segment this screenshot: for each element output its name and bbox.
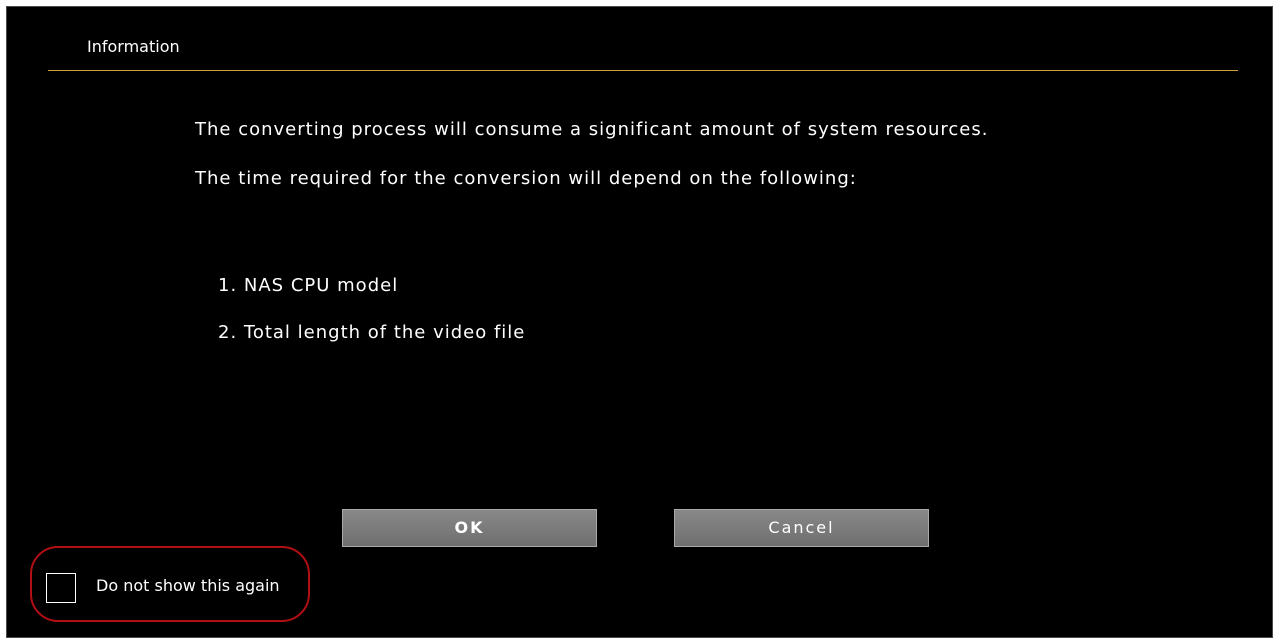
list-item-length: 2. Total length of the video file: [218, 322, 526, 343]
title-divider: [48, 70, 1238, 71]
dont-show-checkbox[interactable]: [46, 573, 76, 603]
factor-list: 1. NAS CPU model 2. Total length of the …: [218, 274, 525, 368]
message-body: The converting process will consume a si…: [195, 118, 1095, 216]
dialog-title: Information: [87, 37, 180, 56]
dont-show-label[interactable]: Do not show this again: [96, 576, 280, 595]
ok-button[interactable]: OK: [342, 509, 597, 547]
list-item-cpu: 1. NAS CPU model: [218, 275, 399, 296]
information-dialog: Information: [6, 6, 1273, 638]
message-line-2: The time required for the conversion wil…: [195, 168, 857, 189]
cancel-button[interactable]: Cancel: [674, 509, 929, 547]
message-line-1: The converting process will consume a si…: [195, 119, 989, 140]
